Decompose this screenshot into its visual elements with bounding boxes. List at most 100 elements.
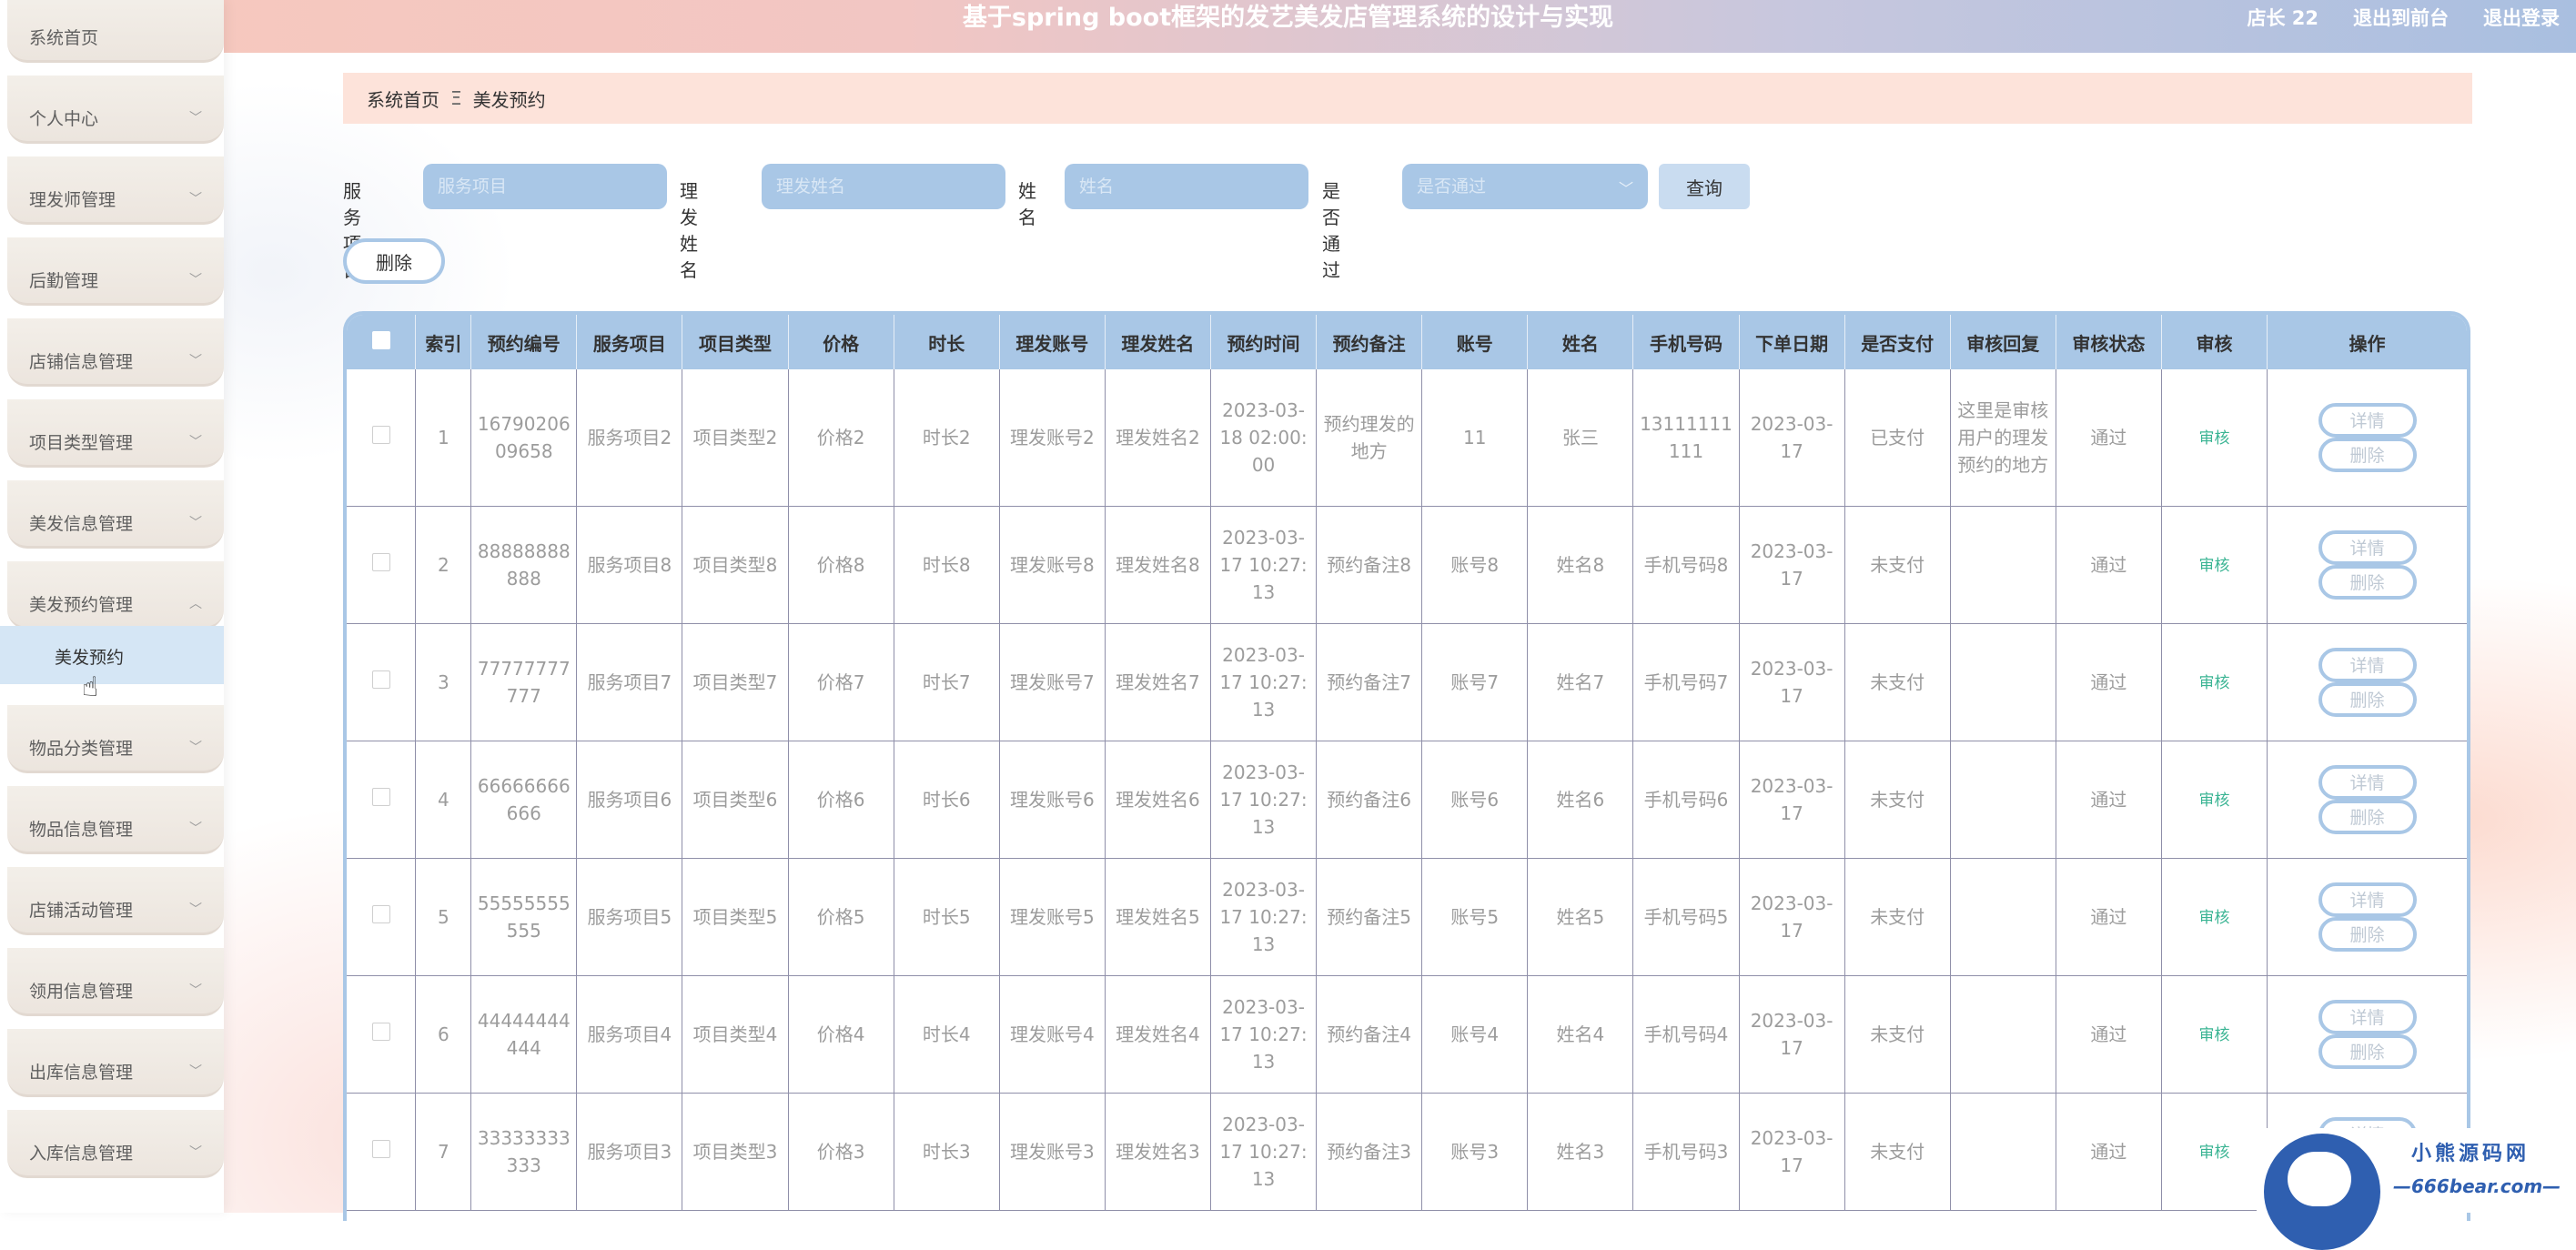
barber-name-input[interactable] [762,164,1005,209]
column-header: 审核回复 [1950,315,2056,369]
cell-index: 1 [415,369,472,507]
detail-button[interactable]: 详情 [2318,1000,2417,1034]
detail-button[interactable]: 详情 [2318,882,2417,917]
sidebar-item-goods-category[interactable]: 物品分类管理 ﹀ [7,705,224,773]
name-input[interactable] [1065,164,1308,209]
watermark-logo: 小熊源码网 —666bear.com— [2257,1128,2575,1250]
delete-button[interactable]: 删除 [2318,917,2417,952]
sidebar-item-inbound[interactable]: 入库信息管理 ﹀ [7,1110,224,1178]
audit-link[interactable]: 审核 [2199,791,2230,810]
cell-remark: 预约备注6 [1316,741,1423,859]
cell-duration: 时长8 [894,506,1000,624]
cell-barber-account: 理发账号5 [999,858,1106,976]
sidebar-item-home[interactable]: 系统首页 [7,0,224,63]
sidebar-item-project-type[interactable]: 项目类型管理 ﹀ [7,399,224,468]
cell-barber-account: 理发账号4 [999,975,1106,1094]
cell-price: 价格4 [788,975,894,1094]
row-checkbox[interactable] [371,788,390,806]
select-all-header[interactable] [347,315,417,369]
sidebar-item-profile[interactable]: 个人中心 ﹀ [7,76,224,144]
row-checkbox[interactable] [371,905,390,923]
cell-name: 姓名7 [1527,623,1634,741]
column-header: 时长 [894,315,1000,369]
audit-link[interactable]: 审核 [2199,429,2230,448]
cell-type: 项目类型3 [682,1093,789,1211]
cell-service: 服务项目8 [576,506,683,624]
chevron-down-icon: ﹀ [1618,180,1633,197]
sidebar-item-use-info[interactable]: 领用信息管理 ﹀ [7,948,224,1016]
cell-name: 姓名6 [1527,741,1634,859]
detail-button[interactable]: 详情 [2318,648,2417,682]
select-all-checkbox[interactable] [371,330,390,349]
cell-duration: 时长7 [894,623,1000,741]
table-row: 3 77777777777 服务项目7 项目类型7 价格7 时长7 理发账号7 … [347,623,2467,741]
sidebar-item-goods-info[interactable]: 物品信息管理 ﹀ [7,786,224,854]
cell-index: 5 [415,858,472,976]
cell-barber-account: 理发账号8 [999,506,1106,624]
sidebar-item-shop-info[interactable]: 店铺信息管理 ﹀ [7,318,224,387]
sidebar-item-outbound[interactable]: 出库信息管理 ﹀ [7,1029,224,1097]
audit-link[interactable]: 审核 [2199,909,2230,927]
chevron-down-icon: ﹀ [189,902,202,917]
detail-button[interactable]: 详情 [2318,765,2417,800]
sidebar-item-appointment[interactable]: 美发预约管理 ︿ [7,561,224,630]
cell-name: 姓名5 [1527,858,1634,976]
audit-link[interactable]: 审核 [2199,674,2230,692]
delete-button[interactable]: 删除 [2318,682,2417,717]
chevron-down-icon: ﹀ [189,516,202,530]
cell-barber-account: 理发账号2 [999,369,1106,507]
breadcrumb-home[interactable]: 系统首页 [367,86,439,112]
audit-link[interactable]: 审核 [2199,1144,2230,1162]
cell-phone: 手机号码3 [1632,1093,1740,1211]
hand-cursor-icon: ☝ [82,671,99,703]
column-header: 账号 [1421,315,1529,369]
sidebar-item-barber[interactable]: 理发师管理 ﹀ [7,156,224,225]
row-checkbox[interactable] [371,670,390,689]
column-header: 项目类型 [682,315,789,369]
cell-service: 服务项目6 [576,741,683,859]
delete-button[interactable]: 删除 [2318,438,2417,472]
sidebar-item-shop-activity[interactable]: 店铺活动管理 ﹀ [7,867,224,935]
cell-duration: 时长2 [894,369,1000,507]
delete-button[interactable]: 删除 [2318,565,2417,600]
column-header: 操作 [2267,315,2467,369]
detail-button[interactable]: 详情 [2318,403,2417,438]
logout-link[interactable]: 退出登录 [2483,0,2560,36]
detail-button[interactable]: 详情 [2318,530,2417,565]
delete-button[interactable]: 删除 [2318,800,2417,834]
column-header: 预约编号 [470,315,578,369]
cell-price: 价格2 [788,369,894,507]
cell-time: 2023-03-17 10:27:13 [1210,1093,1318,1211]
audit-link[interactable]: 审核 [2199,1026,2230,1044]
sidebar-subitem-appointment[interactable]: 美发预约 [0,626,224,684]
sidebar-item-hair-info[interactable]: 美发信息管理 ﹀ [7,480,224,549]
cell-account: 账号3 [1421,1093,1529,1211]
user-label[interactable]: 店长 22 [2247,0,2318,36]
audit-link[interactable]: 审核 [2199,557,2230,575]
cell-service: 服务项目7 [576,623,683,741]
cell-remark: 预约备注7 [1316,623,1423,741]
chevron-down-icon: ﹀ [189,1145,202,1160]
back-to-front-link[interactable]: 退出到前台 [2353,0,2449,36]
batch-delete-button[interactable]: 删除 [343,238,445,284]
pass-select-input[interactable] [1402,164,1648,209]
chevron-down-icon: ﹀ [189,822,202,836]
cell-paid: 未支付 [1844,858,1951,976]
pass-select[interactable]: ﹀ [1402,164,1648,209]
row-checkbox[interactable] [371,426,390,444]
row-checkbox[interactable] [371,553,390,571]
cell-order-no: 66666666666 [470,741,578,859]
cell-status: 通过 [2056,506,2162,624]
cell-barber-name: 理发姓名8 [1105,506,1211,624]
sidebar-item-logistics[interactable]: 后勤管理 ﹀ [7,237,224,306]
row-checkbox[interactable] [371,1023,390,1041]
row-checkbox[interactable] [371,1140,390,1158]
column-header: 价格 [788,315,894,369]
watermark-text: 小熊源码网 [2411,1143,2531,1165]
cell-date: 2023-03-17 [1739,975,1845,1094]
sidebar: 系统首页 个人中心 ﹀ 理发师管理 ﹀ 后勤管理 ﹀ 店铺信息管理 ﹀ 项目类型… [0,0,224,1213]
query-button[interactable]: 查询 [1659,164,1750,209]
delete-button[interactable]: 删除 [2318,1034,2417,1069]
cell-barber-account: 理发账号7 [999,623,1106,741]
service-input[interactable] [423,164,667,209]
